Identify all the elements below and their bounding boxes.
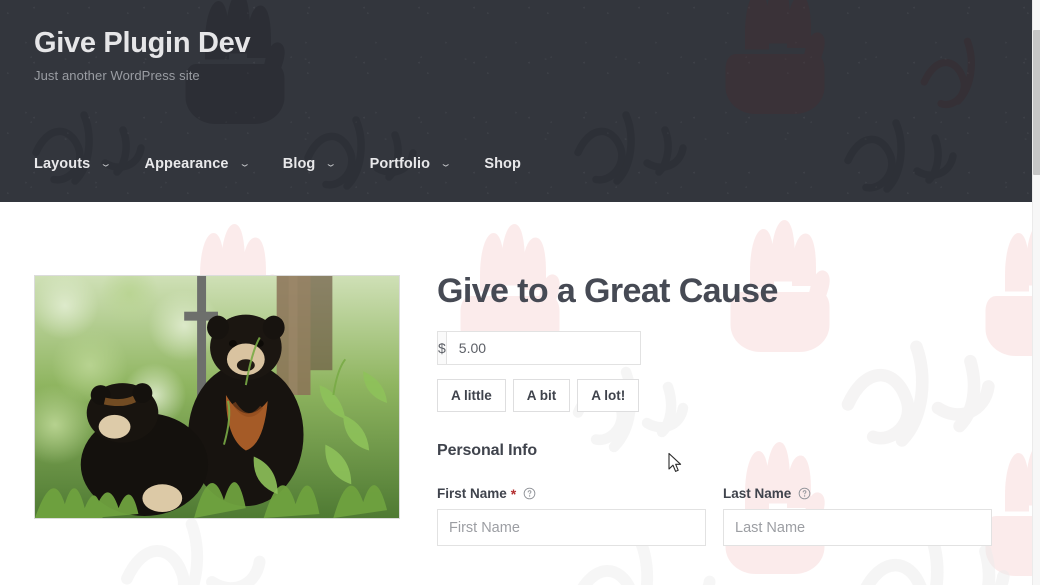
donation-level-a-little[interactable]: A little (437, 379, 506, 412)
scrollbar-thumb[interactable] (1033, 30, 1040, 175)
page-content: Give to a Great Cause $ A little A bit A… (0, 202, 1032, 585)
name-fields-row: First Name * First Name Last Name Last N… (437, 486, 997, 546)
question-circle-icon[interactable] (523, 487, 536, 500)
watermark-script-icon (18, 70, 168, 202)
chevron-down-icon[interactable]: ⌄ (238, 159, 250, 169)
donation-level-a-lot[interactable]: A lot! (577, 379, 640, 412)
last-name-label: Last Name (723, 486, 992, 501)
sun-bears-photo (35, 276, 399, 518)
nav-item-layouts[interactable]: Layouts ⌄ (34, 156, 112, 172)
required-marker: * (510, 485, 517, 502)
featured-image[interactable] (34, 275, 400, 519)
page-canvas: Give Plugin Dev Just another WordPress s… (0, 0, 1032, 585)
site-header: Give Plugin Dev Just another WordPress s… (0, 0, 1032, 202)
nav-item-portfolio[interactable]: Portfolio ⌄ (369, 156, 452, 172)
vertical-scrollbar[interactable] (1032, 0, 1040, 585)
question-circle-icon[interactable] (798, 487, 811, 500)
last-name-input[interactable] (723, 509, 992, 546)
nav-item-shop[interactable]: Shop (484, 156, 521, 172)
nav-item-blog[interactable]: Blog ⌄ (282, 156, 337, 172)
chevron-down-icon[interactable]: ⌄ (325, 159, 337, 169)
watermark-script-icon (290, 75, 440, 202)
first-name-input[interactable] (437, 509, 706, 546)
watermark-script-icon (830, 78, 980, 202)
nav-item-label: Shop (484, 156, 521, 172)
currency-symbol: $ (437, 331, 446, 365)
nav-item-label: Blog (282, 156, 316, 172)
nav-item-label: Appearance (144, 156, 229, 172)
form-title: Give to a Great Cause (437, 272, 778, 310)
donation-amount-row: $ (437, 331, 641, 365)
personal-info-heading: Personal Info (437, 442, 538, 459)
donation-amount-input[interactable] (445, 331, 641, 365)
site-title[interactable]: Give Plugin Dev (34, 27, 251, 60)
first-name-label-text: First Name (437, 486, 507, 501)
watermark-fist-icon (700, 0, 850, 120)
nav-item-label: Portfolio (369, 156, 431, 172)
donation-level-buttons: A little A bit A lot! (437, 379, 997, 412)
last-name-label-text: Last Name (723, 486, 792, 501)
chevron-down-icon[interactable]: ⌄ (100, 159, 112, 169)
first-name-label: First Name * (437, 486, 706, 501)
nav-item-appearance[interactable]: Appearance ⌄ (144, 156, 251, 172)
last-name-field-group: Last Name (723, 486, 992, 546)
first-name-field-group: First Name * (437, 486, 706, 546)
watermark-script-icon (905, 10, 1025, 130)
site-branding[interactable]: Give Plugin Dev Just another WordPress s… (34, 27, 251, 83)
chevron-down-icon[interactable]: ⌄ (439, 159, 451, 169)
donation-form: Give to a Great Cause $ A little A bit A… (437, 202, 997, 546)
donation-level-a-bit[interactable]: A bit (512, 379, 571, 412)
browser-viewport: Give Plugin Dev Just another WordPress s… (0, 0, 1040, 585)
main-navigation: Layouts ⌄ Appearance ⌄ Blog ⌄ Portfolio … (34, 156, 555, 172)
watermark-script-icon (560, 70, 710, 202)
nav-item-label: Layouts (34, 156, 91, 172)
site-tagline: Just another WordPress site (34, 67, 200, 83)
